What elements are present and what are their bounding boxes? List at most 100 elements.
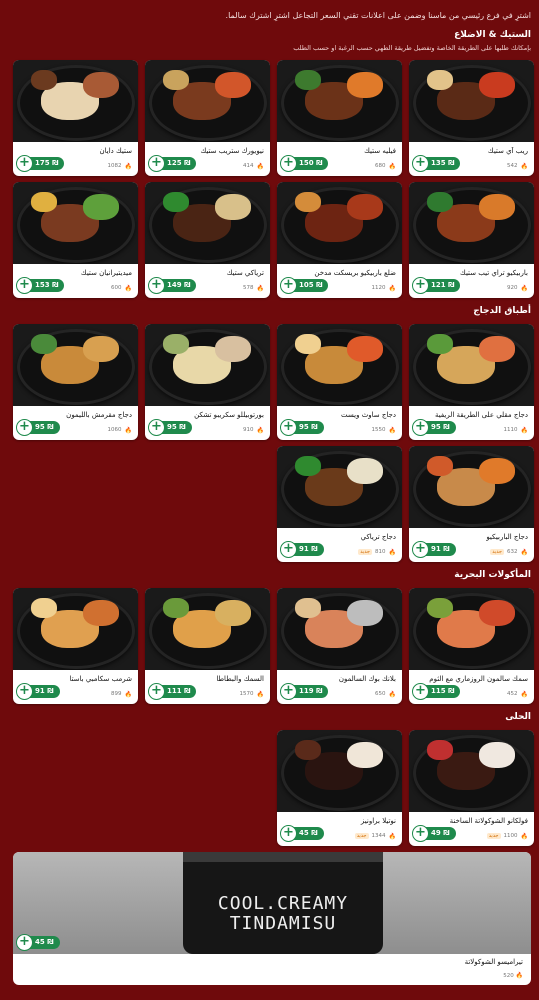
menu-item-meta: 920 🔥	[415, 283, 528, 293]
menu-item-meta: 520 🔥	[503, 972, 523, 979]
food-photo	[277, 588, 402, 670]
menu-item-meta: 1570 🔥	[151, 689, 264, 699]
flame-icon: 🔥	[256, 284, 264, 292]
flame-icon: 🔥	[388, 426, 396, 434]
currency-icon: ₪	[47, 938, 54, 946]
menu-item-card[interactable]: 119 ₪ + بلانك بوك السالمون 650 🔥	[277, 588, 402, 704]
food-garnish	[427, 598, 453, 618]
flame-icon: 🔥	[256, 426, 264, 434]
menu-item-card[interactable]: 45 ₪ + نوتيلا براونيز جديد 1344 🔥	[277, 730, 402, 846]
section-title-chicken: أطباق الدجاج	[473, 306, 531, 316]
menu-item-card[interactable]: 111 ₪ + السمك والبطاطا 1570 🔥	[145, 588, 270, 704]
menu-item-card[interactable]: 95 ₪ + دجاج ساوث ويست 1550 🔥	[277, 324, 402, 440]
calories-value: 810	[375, 549, 386, 555]
menu-item-card[interactable]: 91 ₪ + دجاج ترياكي جديد 810 🔥	[277, 446, 402, 562]
menu-item-meta: 1110 🔥	[415, 425, 528, 435]
food-garnish	[427, 740, 453, 760]
section-subtitle-steak: بإمكانك طلبها على الطريقة الخاصة وتفضيل …	[293, 44, 531, 52]
menu-item-card[interactable]: 125 ₪ + نيويورك ستريب ستيك 414 🔥	[145, 60, 270, 176]
menu-item-name: دجاج ساوث ويست	[341, 411, 396, 419]
food-garnish	[427, 334, 453, 354]
menu-item-name: باربيكيو تراي تيب ستيك	[460, 269, 528, 277]
food-garnish	[163, 70, 189, 90]
menu-item-card[interactable]: 91 ₪ + شرمب سكامبي باستا 899 🔥	[13, 588, 138, 704]
menu-item-card[interactable]: 95 ₪ + دجاج مقرمش بالليمون 1060 🔥	[13, 324, 138, 440]
food-photo	[409, 446, 534, 528]
menu-item-meta: جديد 1344 🔥	[283, 831, 396, 841]
food-garnish	[163, 598, 189, 618]
menu-item-name: ستيك دايان	[99, 147, 133, 155]
food-side	[215, 194, 251, 220]
food-side	[215, 72, 251, 98]
food-photo	[13, 182, 138, 264]
food-photo	[145, 324, 270, 406]
food-side	[215, 336, 251, 362]
calories-value: 542	[507, 163, 518, 169]
calories-value: 680	[375, 163, 386, 169]
menu-item-card[interactable]: 149 ₪ + ترياكي ستيك 578 🔥	[145, 182, 270, 298]
food-side	[479, 458, 515, 484]
cup-illustration: COOL.CREAMY TINDAMISU	[183, 852, 383, 954]
dessert-photo: COOL.CREAMY TINDAMISU	[13, 852, 531, 954]
menu-item-card[interactable]: 150 ₪ + فيليه ستيك 680 🔥	[277, 60, 402, 176]
menu-item-card[interactable]: 175 ₪ + ستيك دايان 1082 🔥	[13, 60, 138, 176]
food-garnish	[295, 192, 321, 212]
menu-item-card[interactable]: 49 ₪ + فولكانو الشوكولاتة الساخنة جديد 1…	[409, 730, 534, 846]
new-tag: جديد	[358, 549, 373, 555]
food-photo	[277, 60, 402, 142]
price-value: 45	[35, 938, 45, 946]
menu-item-name: ميديتيرانيان ستيك	[80, 269, 132, 277]
flame-icon: 🔥	[124, 690, 132, 698]
calories-value: 452	[507, 691, 518, 697]
menu-item-meta: جديد 810 🔥	[283, 547, 396, 557]
menu-item-meta: 910 🔥	[151, 425, 264, 435]
menu-item-card[interactable]: 135 ₪ + ريب آي ستيك 542 🔥	[409, 60, 534, 176]
add-button[interactable]: +	[16, 934, 33, 951]
menu-item-name: سمك سالمون الروزماري مع الثوم	[429, 675, 528, 683]
menu-item-card[interactable]: 105 ₪ + ضلع باربيكيو بريسكت مدخن 1120 🔥	[277, 182, 402, 298]
food-garnish	[427, 70, 453, 90]
food-side	[347, 336, 383, 362]
food-photo	[409, 324, 534, 406]
menu-item-meta: 542 🔥	[415, 161, 528, 171]
food-garnish	[295, 70, 321, 90]
flame-icon: 🔥	[256, 162, 264, 170]
food-side	[479, 742, 515, 768]
menu-item-card[interactable]: 115 ₪ + سمك سالمون الروزماري مع الثوم 45…	[409, 588, 534, 704]
menu-item-card[interactable]: 121 ₪ + باربيكيو تراي تيب ستيك 920 🔥	[409, 182, 534, 298]
flame-icon: 🔥	[124, 162, 132, 170]
food-photo	[145, 182, 270, 264]
food-photo	[145, 588, 270, 670]
food-garnish	[427, 456, 453, 476]
menu-item-card[interactable]: 153 ₪ + ميديتيرانيان ستيك 600 🔥	[13, 182, 138, 298]
food-side	[83, 194, 119, 220]
menu-item-name: نيويورك ستريب ستيك	[200, 147, 265, 155]
calories-value: 414	[243, 163, 254, 169]
menu-item-name: بورتوبيللو سكريبو تشكن	[194, 411, 264, 419]
menu-item-card[interactable]: 95 ₪ + دجاج مقلي على الطريقة الريفية 111…	[409, 324, 534, 440]
food-photo	[13, 60, 138, 142]
food-garnish	[295, 334, 321, 354]
flame-icon: 🔥	[515, 972, 523, 979]
food-photo	[145, 60, 270, 142]
menu-item-name: تيراميسو الشوكولاتة	[464, 958, 523, 966]
menu-item-meta: 899 🔥	[19, 689, 132, 699]
new-tag: جديد	[354, 833, 369, 839]
calories-value: 1570	[239, 691, 254, 697]
menu-item-card-wide[interactable]: COOL.CREAMY TINDAMISU 45 ₪ + تيراميسو ال…	[13, 852, 531, 985]
calories-value: 1120	[371, 285, 386, 291]
food-side	[347, 194, 383, 220]
food-side	[347, 600, 383, 626]
calories-value: 520	[503, 973, 514, 979]
calories-value: 920	[507, 285, 518, 291]
food-side	[83, 72, 119, 98]
menu-item-card[interactable]: 95 ₪ + بورتوبيللو سكريبو تشكن 910 🔥	[145, 324, 270, 440]
flame-icon: 🔥	[388, 162, 396, 170]
menu-item-card[interactable]: 91 ₪ + دجاج الباربيكيو جديد 632 🔥	[409, 446, 534, 562]
cup-rim	[183, 852, 383, 862]
menu-item-name: فولكانو الشوكولاتة الساخنة	[449, 817, 528, 825]
food-photo	[409, 588, 534, 670]
food-garnish	[295, 456, 321, 476]
food-photo	[277, 730, 402, 812]
menu-item-meta: جديد 1100 🔥	[415, 831, 528, 841]
